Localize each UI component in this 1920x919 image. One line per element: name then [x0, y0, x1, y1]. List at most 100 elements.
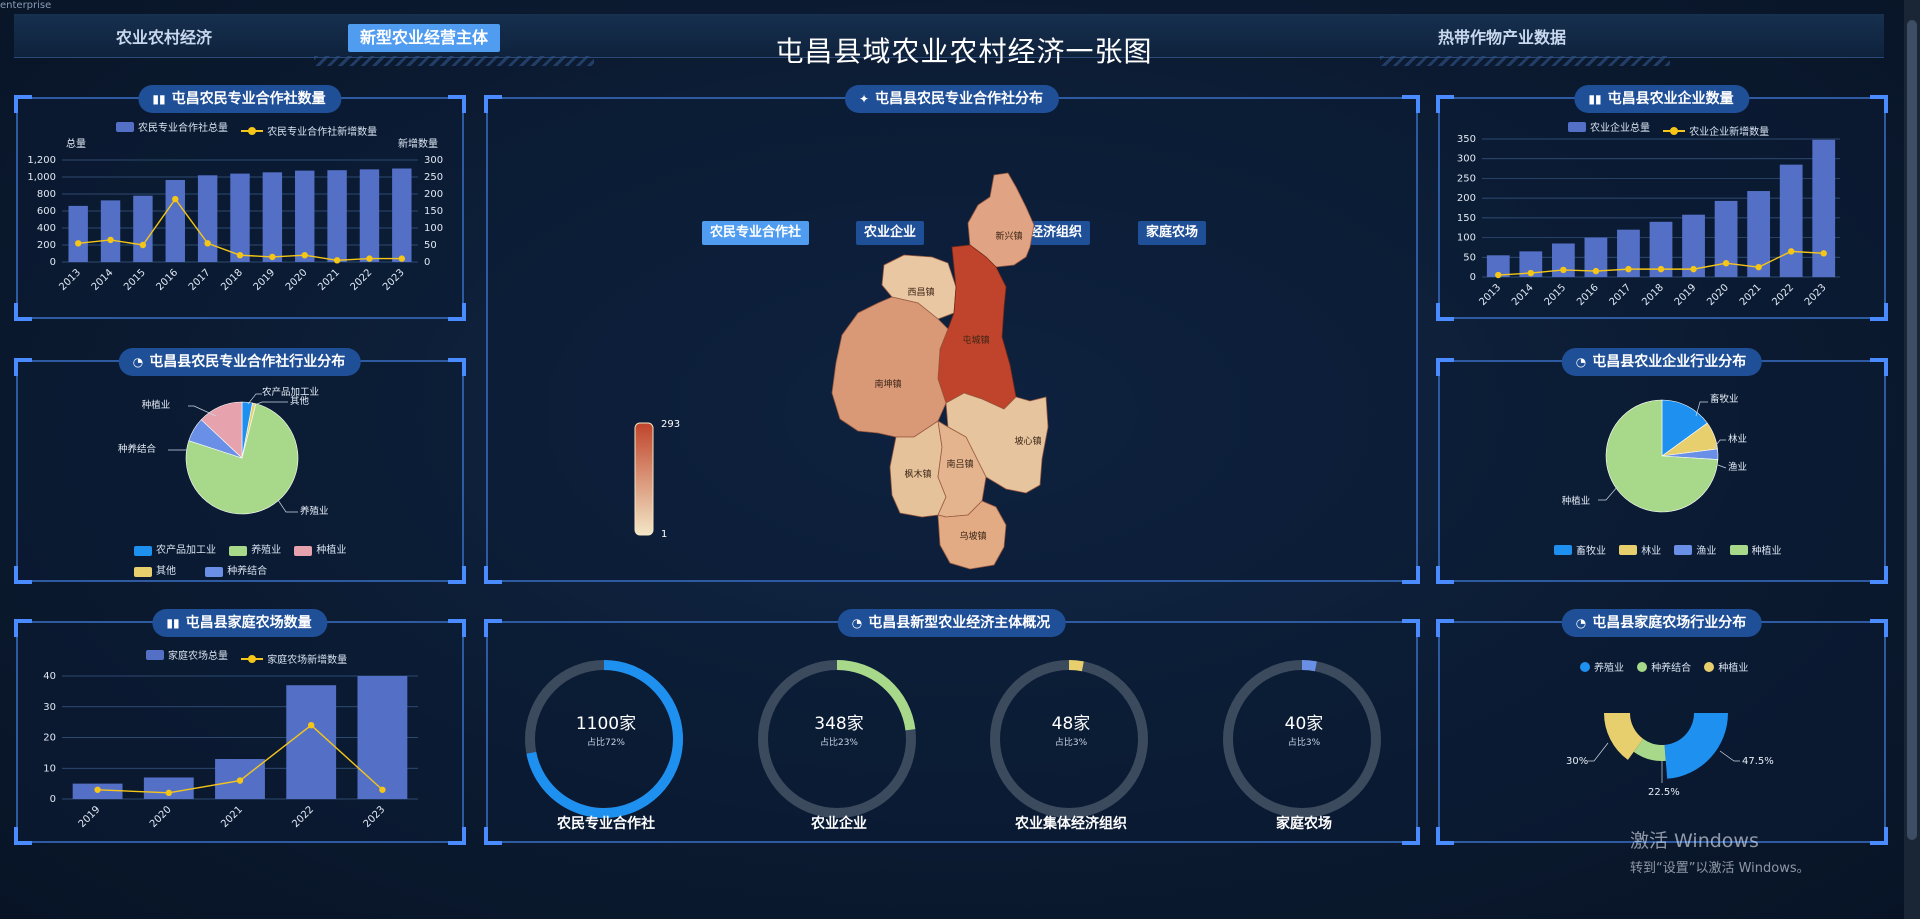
x-tick-label: 2021 [1738, 282, 1764, 308]
bar-2014 [100, 200, 121, 262]
line-point-2019 [94, 786, 101, 793]
bar-2022 [359, 169, 380, 262]
legend-processing: 农产品加工业 [156, 545, 216, 556]
y-tick-label: 0 [50, 794, 56, 805]
x-tick-label: 2021 [316, 267, 342, 293]
y-tick-label: 250 [1457, 173, 1476, 184]
line-point-2018 [1657, 265, 1665, 273]
bar-2018 [230, 173, 250, 262]
x-tick-label: 2023 [381, 267, 407, 293]
x-tick-label: 2022 [1770, 282, 1796, 308]
header-deco-right [1380, 56, 1670, 66]
y2-tick-label: 250 [424, 172, 443, 183]
y2-tick-label: 100 [424, 223, 443, 234]
bar-2013 [68, 205, 88, 262]
y-tick-label: 10 [43, 763, 56, 774]
y-tick-label: 350 [1457, 134, 1476, 145]
ring-name-farms: 家庭农场 [1276, 816, 1332, 832]
enterprise-industry-legend[interactable]: 畜牧业 林业 渔业 种植业 [1554, 542, 1792, 558]
town-label-wupo: 乌坡镇 [959, 530, 986, 542]
bar-2023 [357, 676, 408, 799]
nav-tab-tropical-crops[interactable]: 热带作物产业数据 [1426, 24, 1578, 52]
x-tick-label: 2014 [90, 267, 116, 293]
y-tick-label: 1,200 [27, 155, 56, 166]
coop-industry-legend[interactable]: 农产品加工业 养殖业 种植业 其他 种养结合 [134, 542, 356, 584]
y-tick-label: 20 [43, 733, 56, 744]
x-tick-label: 2013 [57, 267, 83, 293]
line-point-2023 [379, 786, 386, 793]
scale-max-label: 293 [661, 419, 680, 430]
x-tick-label: 2015 [1543, 282, 1569, 308]
y2-tick-label: 0 [424, 257, 430, 268]
header-bar: 农业农村经济 新型农业经营主体 屯昌县域农业农村经济一张图 热带作物产业数据 [14, 14, 1884, 68]
line-point-2022 [1787, 248, 1795, 255]
bar-2015 [133, 195, 153, 262]
pie-label: 林业 [1728, 433, 1747, 445]
coop-count-panel: ▮▮ 屯昌农民专业合作社数量 农民专业合作社总量 农民专业合作社新增数量 1,20… [14, 85, 466, 321]
line-point-2017 [204, 240, 211, 247]
x-tick-label: 2016 [1575, 282, 1601, 308]
y-tick-label: 800 [37, 189, 56, 200]
y-axis-title: 总量 [66, 137, 86, 150]
enterprise-count-panel: ▮▮ 屯昌县农业企业数量 农业企业总量 农业企业新增数量 350 300 250 200… [1436, 85, 1888, 321]
town-nankun[interactable] [831, 296, 949, 438]
line-point-2014 [107, 236, 114, 244]
x-tick-label: 2023 [362, 804, 388, 830]
x-tick-label: 2022 [349, 267, 375, 293]
legend-breeding: 养殖业 [251, 545, 282, 556]
ring-progress-3 [1301, 660, 1317, 672]
y-tick-label: 600 [37, 206, 56, 217]
corner-label: enterprise [0, 0, 52, 11]
line-point-2013 [1495, 271, 1502, 279]
x-tick-label: 2017 [187, 267, 213, 293]
ring-name-enterprises: 农业企业 [811, 816, 867, 832]
scrollbar-thumb[interactable] [1907, 20, 1917, 840]
town-label-xichang: 西昌镇 [907, 286, 934, 298]
x-tick-label: 2018 [1640, 282, 1666, 308]
y-tick-label: 100 [1457, 233, 1476, 244]
x-tick-label: 2019 [252, 267, 278, 293]
pie-label: 其他 [290, 395, 310, 407]
x-tick-label: 2019 [1673, 282, 1699, 308]
nav-tab-new-agri-entities[interactable]: 新型农业经营主体 [348, 24, 501, 52]
y-tick-label: 300 [1457, 154, 1476, 165]
y-tick-label: 1,000 [27, 172, 56, 183]
line-point-2022 [308, 722, 315, 729]
line-point-2014 [1527, 269, 1535, 277]
pie-label: 种植业 [1562, 495, 1591, 507]
y-tick-label: 0 [1470, 272, 1476, 283]
rose-label-line [1588, 742, 1609, 762]
town-label-poxin: 坡心镇 [1014, 435, 1041, 447]
x-tick-label: 2020 [284, 267, 310, 293]
family-farm-count-panel: ▮▮ 屯昌县家庭农场数量 家庭农场总量 家庭农场新增数量 40 30 20 10 0 201… [14, 609, 466, 845]
page-scrollbar[interactable] [1904, 0, 1920, 919]
visual-map-scale[interactable]: 293 1 [634, 419, 680, 540]
y-tick-label: 200 [37, 240, 56, 251]
watermark-line2: 转到“设置”以激活 Windows。 [1630, 861, 1810, 876]
y-tick-label: 0 [50, 257, 56, 268]
y2-tick-label: 200 [424, 189, 443, 200]
x-tick-label: 2020 [148, 804, 174, 830]
pie-label: 养殖业 [300, 505, 329, 517]
y2-tick-label: 150 [424, 206, 443, 217]
windows-activation-watermark: 激活 Windows 转到“设置”以激活 Windows。 [1630, 826, 1810, 876]
nav-tab-rural-economy[interactable]: 农业农村经济 [104, 24, 224, 52]
watermark-line1: 激活 Windows [1630, 830, 1759, 852]
x-tick-label: 2016 [154, 267, 180, 293]
town-label-fengmu: 枫木镇 [904, 468, 931, 480]
legend-livestock: 畜牧业 [1576, 546, 1606, 557]
ring-ratio-collectives: 占比3% [1054, 738, 1088, 748]
x-tick-label: 2013 [1477, 282, 1503, 308]
line-point-2020 [1722, 260, 1730, 267]
bar-2022 [286, 685, 337, 799]
line-point-2022 [366, 255, 373, 262]
rose-label-breeding: 47.5% [1742, 756, 1774, 767]
pie-label: 种养结合 [118, 443, 157, 455]
town-label-nankun: 南坤镇 [874, 378, 901, 390]
town-label-nanlyu: 南吕镇 [946, 458, 973, 470]
coop-count-chart: 1,200 300 1,000 250 800 200 600 150 400 100 200 50 0… [27, 137, 443, 293]
header-deco-left [314, 56, 594, 66]
legend-fishery: 渔业 [1696, 546, 1717, 557]
enterprise-industry-panel: ◔ 屯昌县农业企业行业分布 畜牧业 林业 渔业 种植业 畜牧业 林业 渔业 种植业 [1436, 348, 1888, 584]
ring-value-enterprises: 348家 [814, 714, 864, 734]
